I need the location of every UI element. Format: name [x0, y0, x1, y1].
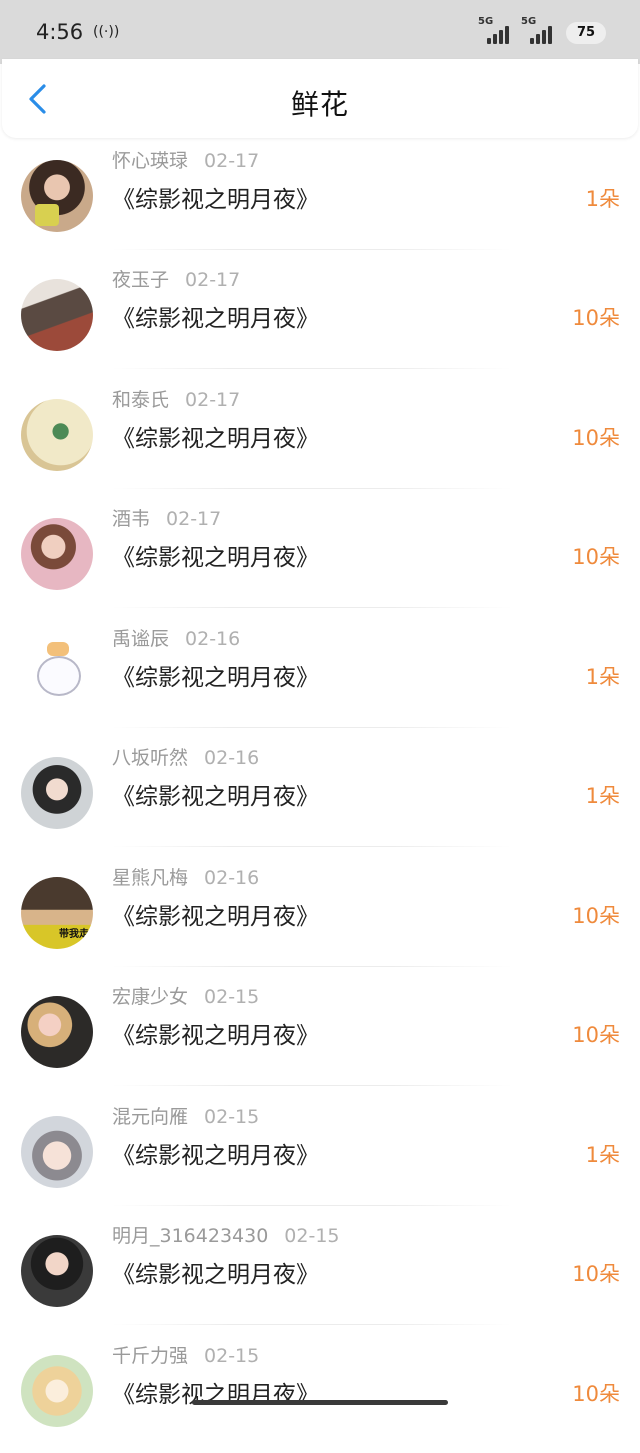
nav-header: 鲜花	[2, 59, 638, 138]
date: 02-17	[204, 150, 260, 172]
username[interactable]: 明月_316423430	[112, 1225, 268, 1247]
date: 02-16	[204, 867, 260, 889]
clock: 4:56	[36, 20, 84, 44]
book-title[interactable]: 《综影视之明月夜》	[112, 777, 319, 811]
date: 02-15	[204, 986, 260, 1008]
divider	[112, 1085, 512, 1086]
flower-count: 1朵	[585, 665, 620, 689]
username[interactable]: 酒韦	[112, 508, 150, 530]
list-item[interactable]: 明月_316423430 02-15 《综影视之明月夜》 10朵	[0, 1214, 640, 1333]
list-item[interactable]: 宏康少女 02-15 《综影视之明月夜》 10朵	[0, 975, 640, 1094]
flower-count: 1朵	[585, 784, 620, 808]
date: 02-15	[204, 1345, 260, 1367]
book-title[interactable]: 《综影视之明月夜》	[112, 180, 319, 214]
status-bar: 4:56 ((·)) 5G 5G 75	[0, 0, 640, 64]
flower-count: 1朵	[585, 1143, 620, 1167]
avatar[interactable]	[21, 160, 93, 232]
flower-count: 10朵	[572, 1382, 620, 1406]
username[interactable]: 八坂听然	[112, 747, 188, 769]
list-item[interactable]: 和泰氏 02-17 《综影视之明月夜》 10朵	[0, 378, 640, 497]
avatar-caption: 带我走	[59, 929, 89, 940]
book-title[interactable]: 《综影视之明月夜》	[112, 538, 319, 572]
date: 02-15	[284, 1225, 340, 1247]
date: 02-16	[185, 628, 241, 650]
avatar[interactable]	[21, 757, 93, 829]
username[interactable]: 星熊凡梅	[112, 867, 188, 889]
avatar[interactable]	[21, 996, 93, 1068]
signal-icon: 5G	[478, 16, 512, 46]
date: 02-17	[185, 389, 241, 411]
nfc-icon: ((·))	[93, 24, 120, 40]
list-item[interactable]: 怀心瑛琭 02-17 《综影视之明月夜》 1朵	[0, 139, 640, 258]
date: 02-17	[166, 508, 222, 530]
list-item[interactable]: 千斤力强 02-15 《综影视之明月夜》 10朵	[0, 1334, 640, 1453]
avatar[interactable]	[21, 1116, 93, 1188]
battery-icon: 75	[566, 22, 606, 44]
avatar[interactable]	[21, 399, 93, 471]
list-item[interactable]: 带我走 星熊凡梅 02-16 《综影视之明月夜》 10朵	[0, 856, 640, 975]
avatar[interactable]	[21, 1235, 93, 1307]
username[interactable]: 千斤力强	[112, 1345, 188, 1367]
divider	[112, 1205, 512, 1206]
date: 02-16	[204, 747, 260, 769]
list-item[interactable]: 夜玉子 02-17 《综影视之明月夜》 10朵	[0, 258, 640, 377]
username[interactable]: 混元向雁	[112, 1106, 188, 1128]
list-item[interactable]: 八坂听然 02-16 《综影视之明月夜》 1朵	[0, 736, 640, 855]
divider	[112, 249, 512, 250]
page-title: 鲜花	[290, 88, 349, 121]
username[interactable]: 宏康少女	[112, 986, 188, 1008]
signal-icon: 5G	[521, 16, 555, 46]
book-title[interactable]: 《综影视之明月夜》	[112, 419, 319, 453]
list-item[interactable]: 禹谧辰 02-16 《综影视之明月夜》 1朵	[0, 617, 640, 736]
divider	[112, 727, 512, 728]
divider	[112, 488, 512, 489]
divider	[112, 607, 512, 608]
book-title[interactable]: 《综影视之明月夜》	[112, 1255, 319, 1289]
date: 02-17	[185, 269, 241, 291]
flower-count: 10朵	[572, 306, 620, 330]
divider	[112, 966, 512, 967]
flower-count: 10朵	[572, 545, 620, 569]
book-title[interactable]: 《综影视之明月夜》	[112, 658, 319, 692]
divider	[112, 846, 512, 847]
username[interactable]: 禹谧辰	[112, 628, 169, 650]
flower-count: 10朵	[572, 904, 620, 928]
username[interactable]: 怀心瑛琭	[112, 150, 188, 172]
avatar[interactable]	[21, 1355, 93, 1427]
divider	[112, 368, 512, 369]
flower-count: 10朵	[572, 1262, 620, 1286]
book-title[interactable]: 《综影视之明月夜》	[112, 1136, 319, 1170]
book-title[interactable]: 《综影视之明月夜》	[112, 1016, 319, 1050]
home-indicator[interactable]	[192, 1400, 448, 1405]
username[interactable]: 夜玉子	[112, 269, 169, 291]
date: 02-15	[204, 1106, 260, 1128]
username[interactable]: 和泰氏	[112, 389, 169, 411]
avatar[interactable]	[21, 638, 93, 710]
avatar[interactable]	[21, 279, 93, 351]
divider	[112, 1324, 512, 1325]
flower-count: 1朵	[585, 187, 620, 211]
book-title[interactable]: 《综影视之明月夜》	[112, 897, 319, 931]
flower-list: 怀心瑛琭 02-17 《综影视之明月夜》 1朵 夜玉子 02-17 《综影视之明月夜…	[0, 0, 640, 1427]
avatar[interactable]: 带我走	[21, 877, 93, 949]
avatar[interactable]	[21, 518, 93, 590]
list-item[interactable]: 混元向雁 02-15 《综影视之明月夜》 1朵	[0, 1095, 640, 1214]
book-title[interactable]: 《综影视之明月夜》	[112, 299, 319, 333]
flower-count: 10朵	[572, 1023, 620, 1047]
list-item[interactable]: 酒韦 02-17 《综影视之明月夜》 10朵	[0, 497, 640, 616]
flower-count: 10朵	[572, 426, 620, 450]
